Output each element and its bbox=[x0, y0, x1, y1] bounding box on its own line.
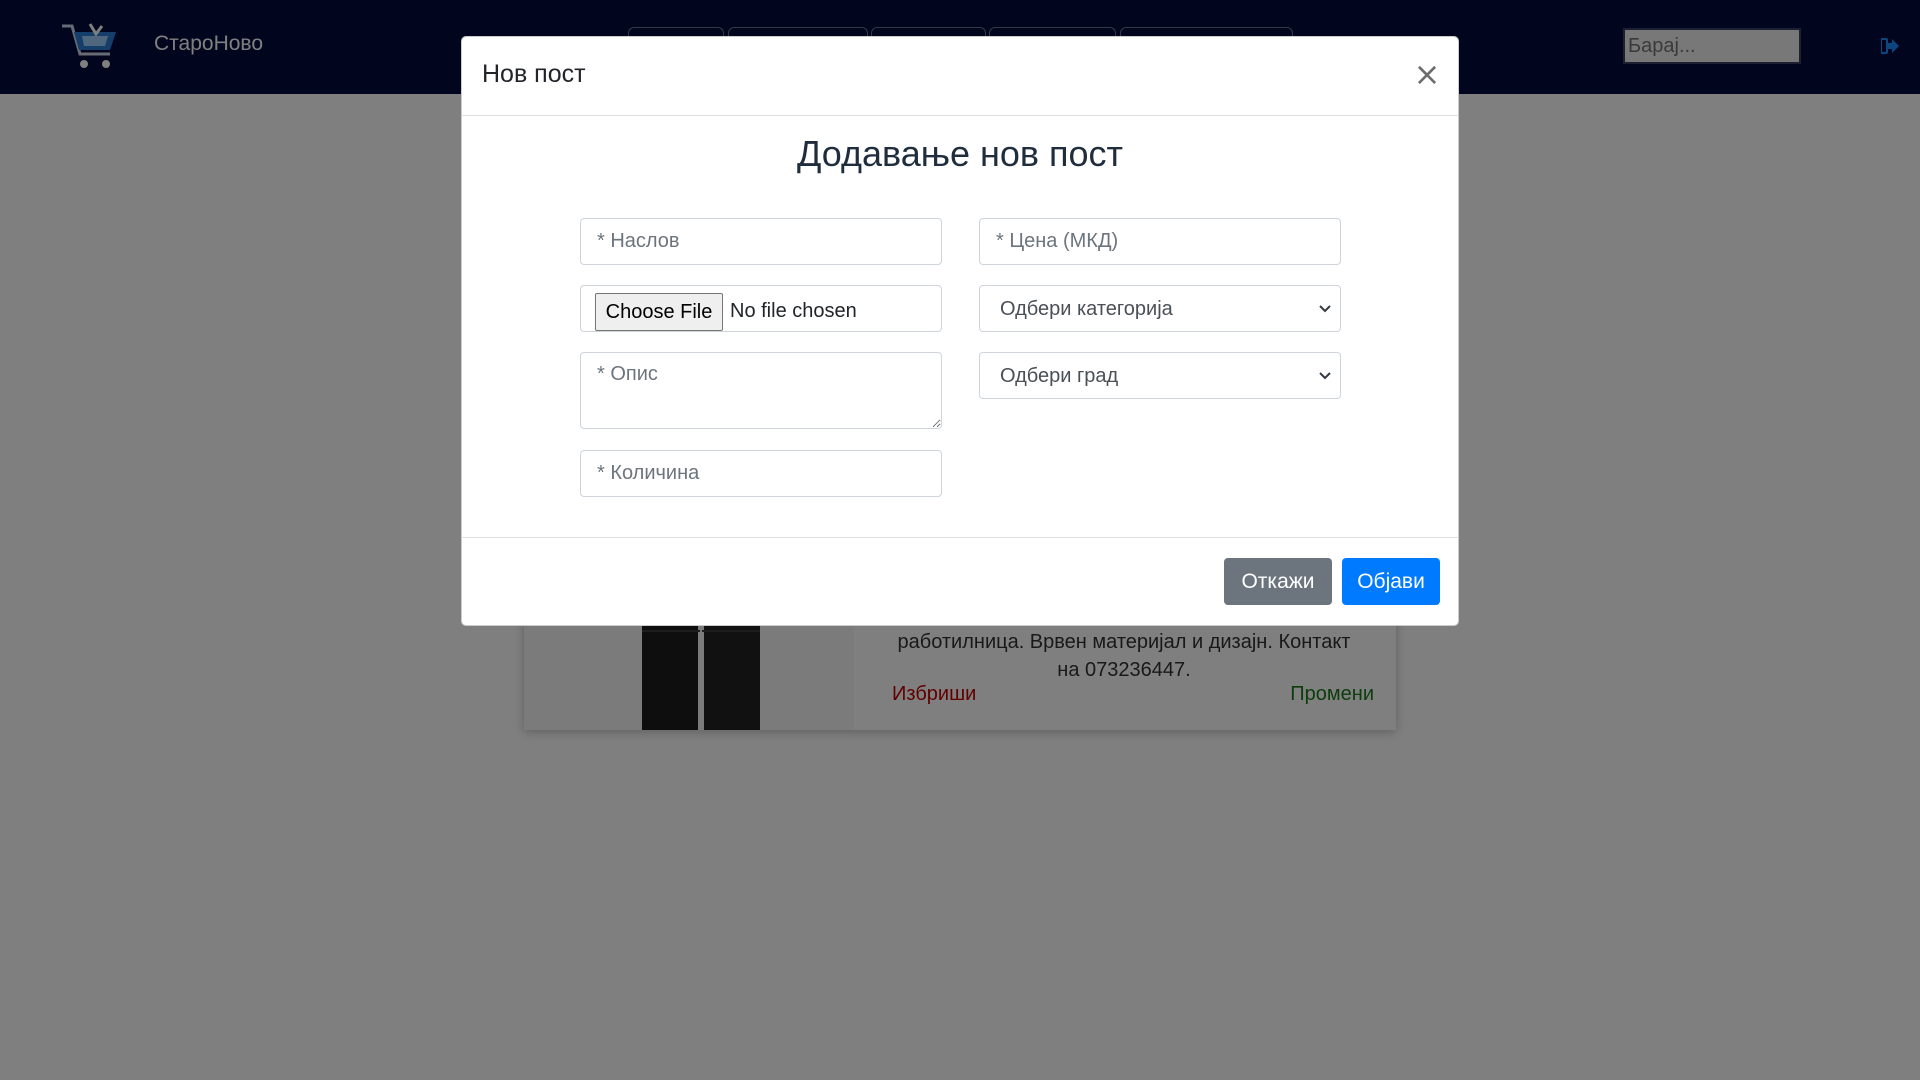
price-input[interactable] bbox=[979, 218, 1341, 265]
close-button[interactable]: × bbox=[1412, 55, 1442, 93]
modal-header: Нов пост × bbox=[462, 37, 1458, 116]
city-select-value: Одбери град bbox=[1000, 365, 1119, 387]
city-select[interactable]: Одбери град bbox=[979, 352, 1341, 399]
quantity-input[interactable] bbox=[580, 450, 942, 497]
chevron-down-icon bbox=[1319, 305, 1331, 313]
publish-button[interactable]: Објави bbox=[1342, 558, 1440, 605]
category-select[interactable]: Одбери категорија bbox=[979, 285, 1341, 332]
form-heading: Додавање нов пост bbox=[796, 133, 1124, 174]
title-input[interactable] bbox=[580, 218, 942, 265]
modal-title: Нов пост bbox=[482, 60, 586, 88]
chevron-down-icon bbox=[1319, 372, 1331, 380]
new-post-modal: Нов пост × Додавање нов пост Choose File… bbox=[461, 36, 1459, 626]
file-status: No file chosen bbox=[730, 300, 857, 322]
image-file-input: Choose File No file chosen bbox=[580, 285, 942, 332]
choose-file-button[interactable]: Choose File bbox=[595, 293, 723, 331]
modal-footer: Откажи Објави bbox=[462, 537, 1458, 627]
description-textarea[interactable] bbox=[580, 352, 942, 429]
cancel-button[interactable]: Откажи bbox=[1224, 558, 1332, 605]
category-select-value: Одбери категорија bbox=[1000, 298, 1173, 320]
